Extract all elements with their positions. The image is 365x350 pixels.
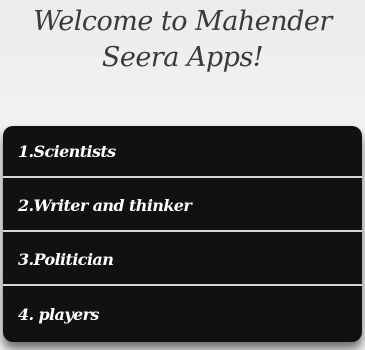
menu-item-players[interactable]: 4. players — [3, 288, 362, 340]
page-title: Welcome to Mahender Seera Apps! — [33, 6, 332, 73]
menu-item-politician[interactable]: 3.Politician — [3, 234, 362, 286]
category-menu: 1.Scientists 2.Writer and thinker 3.Poli… — [3, 126, 362, 342]
menu-item-writer-and-thinker[interactable]: 2.Writer and thinker — [3, 180, 362, 232]
menu-item-scientists[interactable]: 1.Scientists — [3, 126, 362, 178]
